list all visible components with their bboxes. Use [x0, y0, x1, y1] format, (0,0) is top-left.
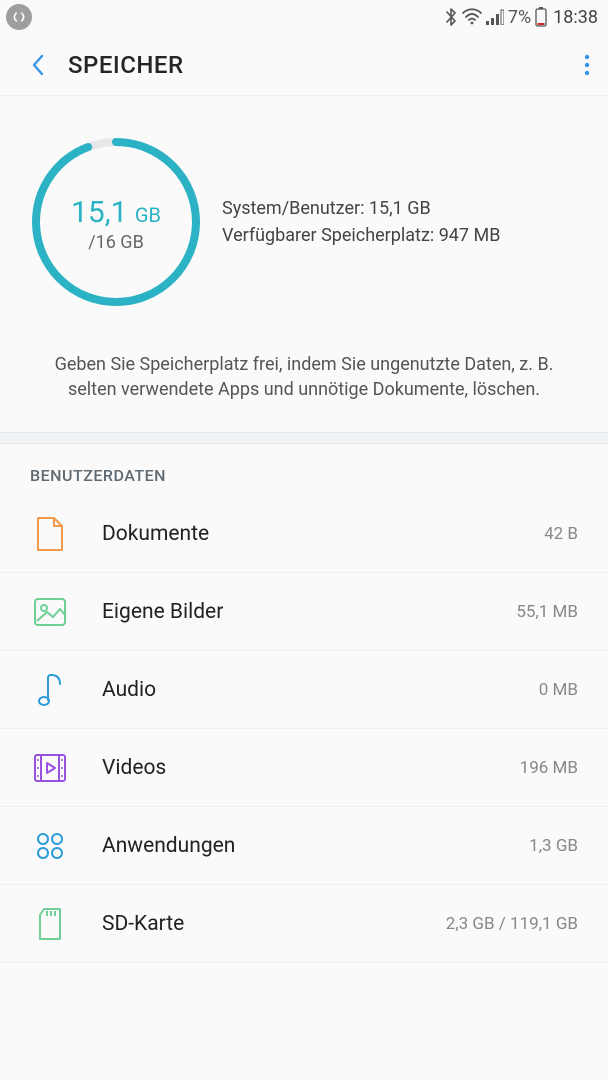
storage-ring-chart: 15,1 GB /16 GB	[30, 136, 202, 308]
userdata-section-title: BENUTZERDATEN	[0, 444, 608, 495]
list-item-documents[interactable]: Dokumente 42 B	[0, 495, 608, 573]
apps-icon	[30, 826, 70, 866]
list-item-audio[interactable]: Audio 0 MB	[0, 651, 608, 729]
item-value: 0 MB	[539, 680, 578, 700]
storage-total: /16 GB	[88, 232, 144, 253]
item-value: 196 MB	[520, 758, 578, 778]
music-note-icon	[30, 670, 70, 710]
item-value: 55,1 MB	[516, 602, 578, 622]
list-item-videos[interactable]: Videos 196 MB	[0, 729, 608, 807]
signal-icon	[486, 9, 504, 25]
system-user-label: System/Benutzer: 15,1 GB	[222, 198, 500, 219]
image-icon	[30, 592, 70, 632]
status-bar: 7% 18:38	[0, 0, 608, 34]
item-label: Eigene Bilder	[102, 600, 516, 624]
item-label: SD-Karte	[102, 912, 446, 936]
item-value: 42 B	[544, 524, 578, 544]
item-label: Videos	[102, 756, 520, 780]
status-time: 18:38	[553, 7, 598, 28]
battery-icon	[535, 7, 547, 27]
item-label: Anwendungen	[102, 834, 529, 858]
more-button[interactable]	[550, 45, 590, 85]
bluetooth-icon	[444, 8, 458, 26]
storage-used: 15,1 GB	[71, 195, 161, 230]
storage-hint: Geben Sie Speicherplatz frei, indem Sie …	[30, 352, 578, 402]
back-button[interactable]	[18, 45, 58, 85]
list-item-apps[interactable]: Anwendungen 1,3 GB	[0, 807, 608, 885]
section-separator	[0, 432, 608, 444]
document-icon	[30, 514, 70, 554]
shazam-icon	[6, 4, 32, 30]
battery-percent: 7%	[508, 7, 531, 28]
item-label: Dokumente	[102, 522, 544, 546]
item-value: 2,3 GB / 119,1 GB	[446, 914, 578, 934]
page-title: SPEICHER	[68, 51, 184, 79]
item-value: 1,3 GB	[529, 836, 578, 856]
wifi-icon	[462, 8, 482, 26]
sdcard-icon	[30, 904, 70, 944]
film-icon	[30, 748, 70, 788]
app-bar: SPEICHER	[0, 34, 608, 96]
item-label: Audio	[102, 678, 539, 702]
list-item-sdcard[interactable]: SD-Karte 2,3 GB / 119,1 GB	[0, 885, 608, 963]
userdata-list: Dokumente 42 B Eigene Bilder 55,1 MB Aud…	[0, 495, 608, 963]
available-label: Verfügbarer Speicherplatz: 947 MB	[222, 225, 500, 246]
storage-summary: 15,1 GB /16 GB System/Benutzer: 15,1 GB …	[0, 96, 608, 432]
list-item-images[interactable]: Eigene Bilder 55,1 MB	[0, 573, 608, 651]
